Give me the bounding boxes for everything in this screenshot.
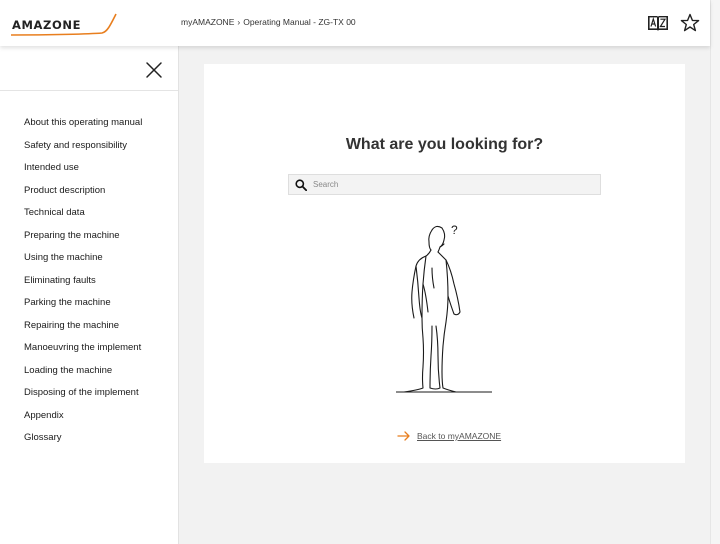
sidebar-item-loading[interactable]: Loading the machine	[24, 360, 142, 383]
sidebar-item-safety[interactable]: Safety and responsibility	[24, 135, 142, 158]
search-box[interactable]	[288, 174, 601, 195]
sidebar-divider	[0, 90, 178, 91]
dictionary-book-icon[interactable]	[647, 13, 669, 33]
top-header: AMAZONE myAMAZONE › Operating Manual - ZG-…	[0, 0, 710, 46]
question-mark-text: ?	[451, 223, 458, 237]
breadcrumb: myAMAZONE › Operating Manual - ZG-TX 00	[181, 17, 356, 27]
breadcrumb-home[interactable]: myAMAZONE	[181, 17, 234, 27]
sidebar: About this operating manual Safety and r…	[0, 46, 179, 544]
sidebar-item-appendix[interactable]: Appendix	[24, 405, 142, 428]
amazone-logo[interactable]: AMAZONE	[10, 12, 118, 38]
sidebar-item-parking[interactable]: Parking the machine	[24, 292, 142, 315]
sidebar-item-about[interactable]: About this operating manual	[24, 112, 142, 135]
logo-swoosh-icon	[10, 13, 117, 36]
sidebar-item-repairing[interactable]: Repairing the machine	[24, 315, 142, 338]
thinking-person-illustration: ?	[396, 223, 492, 393]
sidebar-item-using[interactable]: Using the machine	[24, 247, 142, 270]
breadcrumb-separator: ›	[237, 17, 241, 27]
back-link-label: Back to myAMAZONE	[417, 431, 502, 441]
sidebar-item-product-description[interactable]: Product description	[24, 180, 142, 203]
search-input[interactable]	[313, 175, 593, 194]
sidebar-item-preparing[interactable]: Preparing the machine	[24, 225, 142, 248]
sidebar-item-disposing[interactable]: Disposing of the implement	[24, 382, 142, 405]
page-scrollbar[interactable]	[710, 0, 720, 544]
sidebar-item-manoeuvring[interactable]: Manoeuvring the implement	[24, 337, 142, 360]
breadcrumb-current[interactable]: Operating Manual - ZG-TX 00	[243, 17, 355, 27]
sidebar-item-eliminating-faults[interactable]: Eliminating faults	[24, 270, 142, 293]
page-title: What are you looking for?	[345, 136, 544, 153]
search-icon	[295, 179, 307, 191]
sidebar-item-glossary[interactable]: Glossary	[24, 427, 142, 450]
close-icon[interactable]	[144, 60, 164, 80]
search-card: What are you looking for? ?	[204, 64, 685, 463]
arrow-right-icon	[397, 431, 410, 441]
sidebar-item-technical-data[interactable]: Technical data	[24, 202, 142, 225]
star-icon[interactable]	[679, 13, 701, 33]
sidebar-item-intended-use[interactable]: Intended use	[24, 157, 142, 180]
sidebar-nav: About this operating manual Safety and r…	[24, 112, 142, 450]
back-to-myamazone-link[interactable]: Back to myAMAZONE	[397, 431, 501, 441]
